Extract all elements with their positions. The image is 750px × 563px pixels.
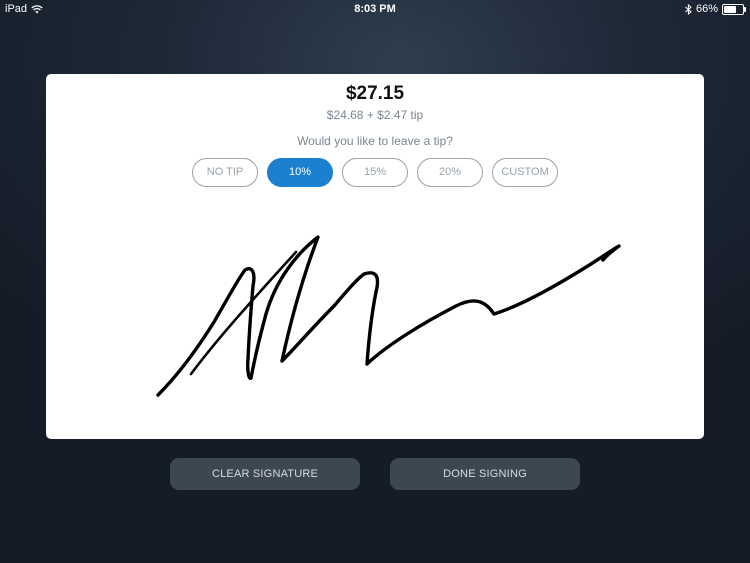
tip-option-no-tip[interactable]: NO TIP bbox=[192, 158, 258, 187]
tip-prompt: Would you like to leave a tip? bbox=[297, 134, 453, 148]
status-right: 66% bbox=[685, 3, 746, 15]
tip-options: NO TIP 10% 15% 20% CUSTOM bbox=[46, 158, 704, 187]
signature-crossbar bbox=[189, 250, 298, 376]
battery-icon bbox=[722, 3, 746, 15]
done-signing-button[interactable]: DONE SIGNING bbox=[390, 458, 580, 490]
tip-option-10[interactable]: 10% bbox=[267, 158, 333, 187]
status-bar: iPad 8:03 PM 66% bbox=[0, 0, 750, 18]
total-amount: $27.15 bbox=[345, 83, 405, 104]
clear-signature-button[interactable]: CLEAR SIGNATURE bbox=[170, 458, 360, 490]
signature-stroke bbox=[156, 235, 621, 397]
tip-option-custom[interactable]: CUSTOM bbox=[492, 158, 558, 187]
amount-breakdown: $24.68 + $2.47 tip bbox=[326, 108, 424, 122]
tip-option-20[interactable]: 20% bbox=[417, 158, 483, 187]
signature-drawing bbox=[156, 235, 621, 397]
tip-option-15[interactable]: 15% bbox=[342, 158, 408, 187]
signature-card: $27.15 $24.68 + $2.47 tip Would you like… bbox=[46, 74, 704, 439]
battery-percent: 66% bbox=[695, 3, 718, 15]
battery-fill bbox=[724, 5, 736, 13]
bluetooth-icon bbox=[685, 3, 692, 15]
status-time: 8:03 PM bbox=[354, 3, 396, 15]
